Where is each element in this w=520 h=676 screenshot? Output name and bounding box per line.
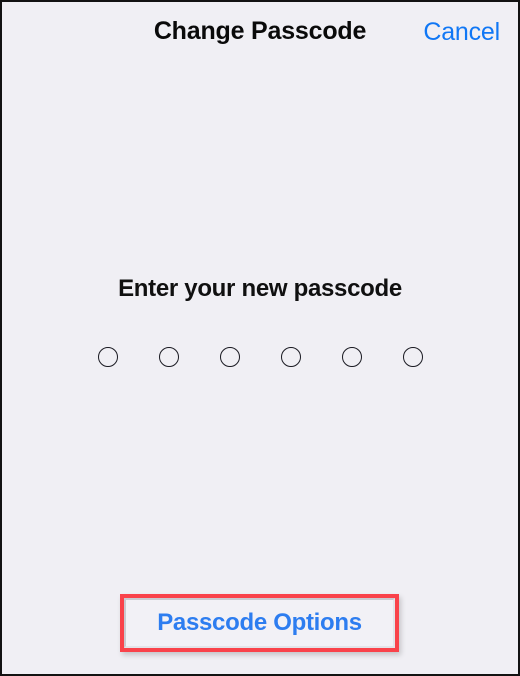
passcode-options-container[interactable]: Passcode Options: [124, 598, 395, 648]
passcode-dot-4: [280, 347, 301, 367]
passcode-prompt: Enter your new passcode: [2, 274, 518, 304]
navigation-bar: Change Passcode Cancel: [2, 2, 518, 64]
passcode-prompt-label: Enter your new passcode: [118, 275, 402, 302]
annotation-highlight-rectangle: Passcode Options: [120, 594, 399, 652]
passcode-dot-3: [219, 347, 240, 367]
passcode-dot-6: [402, 347, 423, 367]
passcode-dot-2: [158, 347, 179, 367]
change-passcode-screen: Change Passcode Cancel Enter your new pa…: [0, 0, 520, 676]
passcode-dots-row[interactable]: [2, 347, 518, 367]
cancel-button[interactable]: Cancel: [423, 17, 500, 47]
passcode-dot-1: [97, 347, 118, 367]
passcode-options-button[interactable]: Passcode Options: [157, 609, 362, 637]
passcode-dot-5: [341, 347, 362, 367]
